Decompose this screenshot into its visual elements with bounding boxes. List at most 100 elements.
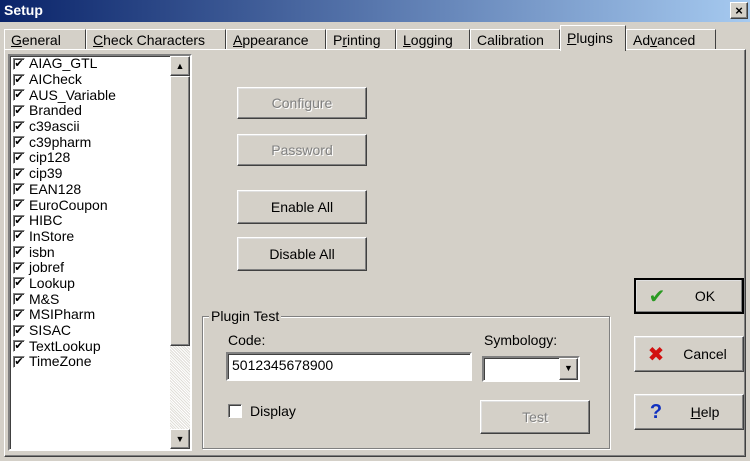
plugin-checkbox[interactable]: ✔ [13, 89, 25, 102]
list-item[interactable]: ✔ TimeZone [13, 354, 169, 370]
tab-logging[interactable]: Logging [396, 29, 470, 50]
plugin-checkbox[interactable]: ✔ [13, 151, 25, 164]
plugin-checkbox[interactable]: ✔ [13, 57, 25, 70]
plugin-label: AUS_Variable [29, 86, 116, 103]
symbology-label: Symbology: [484, 332, 558, 348]
display-label: Display [250, 403, 296, 419]
plugin-label: isbn [29, 243, 55, 260]
plugin-checkbox[interactable]: ✔ [13, 136, 25, 149]
plugin-checkbox[interactable]: ✔ [13, 230, 25, 243]
list-item[interactable]: ✔ M&S [13, 291, 169, 307]
plugin-label: cip128 [29, 149, 71, 166]
list-item[interactable]: ✔ EuroCoupon [13, 197, 169, 213]
plugin-label: InStore [29, 227, 75, 244]
scroll-down-button[interactable]: ▼ [170, 429, 190, 449]
scroll-up-button[interactable]: ▲ [170, 56, 190, 76]
list-item[interactable]: ✔ Lookup [13, 274, 169, 292]
plugin-checkbox[interactable]: ✔ [13, 73, 25, 86]
list-item[interactable]: ✔ SISAC [13, 323, 169, 339]
symbology-select[interactable]: ▼ [482, 356, 580, 382]
plugin-list-items: ✔ AIAG_GTL ✔ AICheck ✔ AUS_Variable ✔ Branded ✔ c… [13, 56, 169, 370]
code-label: Code: [228, 332, 266, 348]
plugin-checkbox[interactable]: ✔ [13, 261, 25, 274]
tab-general[interactable]: General [4, 29, 86, 50]
list-item[interactable]: ✔ MSIPharm [13, 307, 169, 323]
password-button[interactable]: Password [237, 134, 367, 166]
plugin-label: TimeZone [29, 353, 92, 370]
tab-strip: General Check Characters Appearance Prin… [4, 24, 746, 51]
list-item[interactable]: ✔ c39ascii [13, 119, 169, 135]
disable-all-button[interactable]: Disable All [237, 237, 367, 271]
list-item[interactable]: ✔ cip39 [13, 166, 169, 182]
plugin-label: M&S [29, 290, 60, 307]
plugin-checkbox[interactable]: ✔ [13, 214, 25, 227]
list-item[interactable]: ✔ AICheck [13, 72, 169, 88]
ok-button[interactable]: ✔ OK [634, 278, 744, 314]
tab-plugins[interactable]: Plugins [560, 25, 626, 51]
plugin-label: c39ascii [29, 118, 80, 135]
plugin-checkbox[interactable]: ✔ [13, 246, 25, 259]
plugin-checkbox[interactable]: ✔ [13, 120, 25, 133]
plugin-label: TextLookup [29, 337, 101, 354]
plugin-checkbox[interactable]: ✔ [13, 104, 25, 117]
plugin-checkbox[interactable]: ✔ [13, 293, 25, 306]
plugin-list[interactable]: ✔ AIAG_GTL ✔ AICheck ✔ AUS_Variable ✔ Branded ✔ c… [8, 54, 192, 451]
plugin-label: AIAG_GTL [29, 55, 98, 72]
title-bar: Setup × [0, 0, 750, 22]
plugin-label: Branded [29, 102, 82, 119]
scroll-thumb[interactable] [170, 76, 190, 346]
plugin-label: jobref [29, 259, 65, 276]
tab-check-characters[interactable]: Check Characters [86, 29, 226, 50]
cancel-label: Cancel [683, 346, 727, 362]
cross-icon: ✖ [647, 343, 665, 366]
plugin-checkbox[interactable]: ✔ [13, 167, 25, 180]
display-checkbox-row[interactable]: Display [228, 403, 296, 419]
list-item[interactable]: ✔ HIBC [13, 213, 169, 229]
chevron-down-icon[interactable]: ▼ [559, 358, 578, 380]
question-mark-icon: ? [649, 400, 663, 423]
display-checkbox[interactable] [228, 404, 242, 418]
help-label: Help [690, 404, 720, 420]
list-item[interactable]: ✔ Branded [13, 103, 169, 119]
test-button[interactable]: Test [480, 400, 590, 434]
list-item[interactable]: ✔ cip128 [13, 150, 169, 166]
plugin-checkbox[interactable]: ✔ [13, 340, 25, 353]
list-item[interactable]: ✔ InStore [13, 227, 169, 245]
arrow-up-icon: ▲ [175, 61, 185, 71]
plugin-label: EAN128 [29, 180, 82, 197]
list-item[interactable]: ✔ AIAG_GTL [13, 56, 169, 72]
tab-calibration[interactable]: Calibration [470, 29, 560, 50]
plugin-checkbox[interactable]: ✔ [13, 277, 25, 290]
plugin-list-scrollbar[interactable]: ▲ ▼ [170, 56, 190, 449]
cancel-button[interactable]: ✖ Cancel [634, 336, 744, 372]
ok-label: OK [694, 288, 716, 304]
plugin-checkbox[interactable]: ✔ [13, 355, 25, 368]
list-item[interactable]: ✔ TextLookup [13, 338, 169, 354]
enable-all-button[interactable]: Enable All [237, 190, 367, 224]
close-button[interactable]: × [730, 2, 748, 19]
code-input[interactable]: 5012345678900 [226, 352, 472, 381]
tab-appearance[interactable]: Appearance [226, 29, 326, 50]
window-title: Setup [4, 2, 43, 18]
tab-printing[interactable]: Printing [326, 29, 396, 50]
list-item[interactable]: ✔ c39pharm [13, 134, 169, 150]
plugin-label: cip39 [29, 165, 63, 182]
arrow-down-icon: ▼ [175, 434, 185, 444]
plugin-label: MSIPharm [29, 306, 96, 323]
checkmark-icon: ✔ [648, 285, 666, 308]
plugin-checkbox[interactable]: ✔ [13, 199, 25, 212]
plugin-checkbox[interactable]: ✔ [13, 324, 25, 337]
plugin-label: EuroCoupon [29, 196, 108, 213]
configure-button[interactable]: Configure [237, 87, 367, 119]
plugin-checkbox[interactable]: ✔ [13, 183, 25, 196]
help-button[interactable]: ? Help [634, 394, 744, 430]
plugin-label: Lookup [29, 274, 75, 291]
list-item[interactable]: ✔ EAN128 [13, 180, 169, 198]
close-icon: × [735, 3, 743, 18]
list-item[interactable]: ✔ isbn [13, 244, 169, 260]
list-item[interactable]: ✔ jobref [13, 260, 169, 276]
plugin-label: AICheck [29, 71, 82, 88]
tab-advanced[interactable]: Advanced [626, 29, 716, 50]
list-item[interactable]: ✔ AUS_Variable [13, 87, 169, 103]
plugin-checkbox[interactable]: ✔ [13, 308, 25, 321]
